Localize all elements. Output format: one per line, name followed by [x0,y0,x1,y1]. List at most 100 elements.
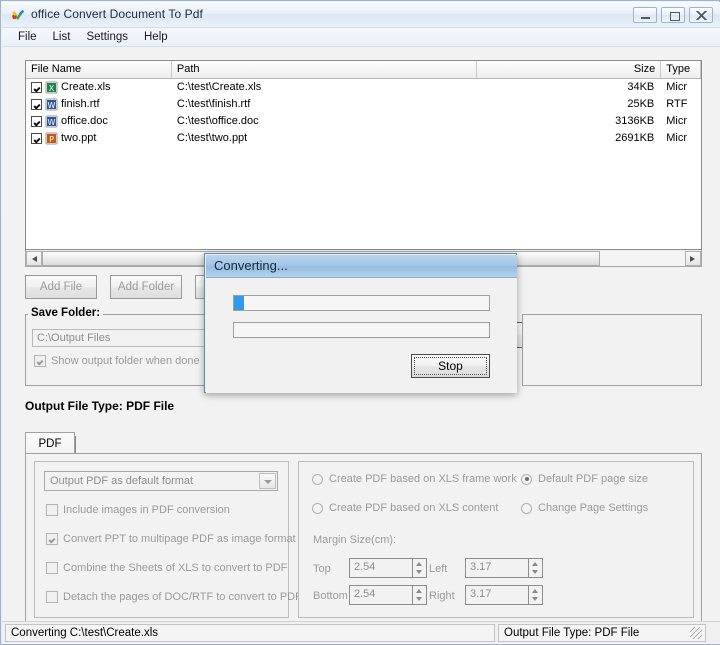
menu-list[interactable]: List [45,29,79,45]
minimize-button[interactable] [633,7,657,23]
margin-size-title: Margin Size(cm): [313,534,397,546]
show-output-folder-checkbox[interactable]: Show output folder when done [34,355,200,367]
word-file-icon: W [45,115,58,128]
add-folder-button[interactable]: Add Folder [110,275,183,299]
file-size: 34KB [627,81,655,93]
pdf-right-options-panel: Create PDF based on XLS frame work Creat… [298,461,694,618]
radio-button [521,473,532,485]
file-name: two.ppt [61,132,97,144]
table-row[interactable]: W office.doc C:\test\office.doc 3136KB M… [26,113,701,130]
margin-left-value: 3.17 [470,561,492,573]
radio-default-page-size-label: Default PDF page size [538,473,649,485]
file-path: C:\test\Create.xls [176,81,262,93]
output-format-dropdown[interactable]: Output PDF as default format [44,471,278,491]
application-window: office Convert Document To Pdf File List… [0,0,720,645]
title-bar: office Convert Document To Pdf [2,2,720,28]
show-output-folder-label: Show output folder when done [51,355,200,367]
options-group-right [522,314,702,386]
file-path: C:\test\office.doc [176,115,259,127]
column-header-path[interactable]: Path [171,61,477,78]
table-row[interactable]: P two.ppt C:\test\two.ppt 2691KB Micr [26,130,701,147]
status-text: Converting C:\test\Create.xls [5,623,495,642]
menu-bar: File List Settings Help [2,28,720,47]
tab-pdf[interactable]: PDF [25,432,75,454]
radio-xls-frame-work-label: Create PDF based on XLS frame work [329,473,517,485]
scroll-right-arrow-icon[interactable] [685,250,701,266]
file-path: C:\test\finish.rtf [176,98,251,110]
svg-text:W: W [48,101,56,110]
detach-doc-pages-checkbox[interactable]: Detach the pages of DOC/RTF to convert t… [46,591,302,603]
stepper-arrows-icon[interactable] [412,558,427,578]
column-header-type[interactable]: Type [661,61,701,78]
include-images-checkbox[interactable]: Include images in PDF conversion [46,504,230,516]
file-type: Micr [666,81,688,93]
pdf-left-options-panel: Output PDF as default format Include ima… [34,461,302,618]
radio-xls-content-label: Create PDF based on XLS content [329,502,499,514]
tab-strip-filler [75,436,91,454]
menu-settings[interactable]: Settings [78,29,136,45]
output-file-type-label: Output File Type: PDF File [25,399,175,413]
row-checkbox[interactable] [31,82,42,93]
svg-text:W: W [48,118,56,127]
radio-xls-content[interactable]: Create PDF based on XLS content [312,502,498,514]
window-title: office Convert Document To Pdf [31,7,203,21]
margin-right-stepper[interactable]: 3.17 [465,585,543,605]
stop-button[interactable]: Stop [411,354,490,378]
add-file-button[interactable]: Add File [25,275,97,299]
overall-progress-bar [233,295,490,311]
radio-change-page-settings-label: Change Page Settings [538,502,649,514]
radio-xls-frame-work[interactable]: Create PDF based on XLS frame work [312,473,517,485]
combine-xls-sheets-checkbox[interactable]: Combine the Sheets of XLS to convert to … [46,562,287,574]
margin-top-value: 2.54 [354,561,376,573]
checkbox-box [46,504,58,516]
file-path: C:\test\two.ppt [176,132,248,144]
status-output-type: Output File Type: PDF File [498,623,706,642]
margin-top-stepper[interactable]: 2.54 [349,558,427,578]
word-file-icon: W [45,98,58,111]
current-file-progress-bar [233,322,490,338]
menu-help[interactable]: Help [136,29,176,45]
checkbox-box [34,355,46,367]
status-bar: Converting C:\test\Create.xls Output Fil… [2,621,720,643]
convert-ppt-multipage-checkbox[interactable]: Convert PPT to multipage PDF as image fo… [46,533,296,545]
margin-right-value: 3.17 [470,588,492,600]
margin-left-stepper[interactable]: 3.17 [465,558,543,578]
maximize-button[interactable] [661,7,685,23]
row-checkbox[interactable] [31,116,42,127]
resize-grip-icon[interactable] [690,626,702,639]
status-output-type-text: Output File Type: PDF File [504,626,640,639]
checkbox-box [46,562,58,574]
table-row[interactable]: W finish.rtf C:\test\finish.rtf 25KB RTF [26,96,701,113]
table-row[interactable]: X Create.xls C:\test\Create.xls 34KB Mic… [26,79,701,96]
scroll-left-arrow-icon[interactable] [26,250,42,266]
column-header-size[interactable]: Size [476,61,662,78]
svg-text:X: X [49,84,55,93]
dialog-body: Stop [206,278,517,393]
margin-bottom-label: Bottom [313,590,348,602]
column-header-file-name[interactable]: File Name [26,61,172,78]
stepper-arrows-icon[interactable] [528,585,543,605]
include-images-label: Include images in PDF conversion [63,504,230,516]
margin-bottom-stepper[interactable]: 2.54 [349,585,427,605]
chevron-down-icon[interactable] [259,473,276,489]
radio-default-page-size[interactable]: Default PDF page size [521,473,648,485]
radio-change-page-settings[interactable]: Change Page Settings [521,502,648,514]
menu-file[interactable]: File [10,29,45,45]
radio-button [521,502,532,514]
file-name: office.doc [61,115,108,127]
file-size: 2691KB [615,132,655,144]
output-format-value: Output PDF as default format [50,475,194,487]
progress-fill [234,296,245,310]
stepper-arrows-icon[interactable] [412,585,427,605]
svg-text:P: P [49,135,54,144]
file-list-header: File Name Path Size Type [26,61,701,79]
powerpoint-file-icon: P [45,132,58,145]
row-checkbox[interactable] [31,133,42,144]
file-list[interactable]: File Name Path Size Type X Create.xls C:… [25,60,702,250]
close-button[interactable] [689,7,713,23]
margin-top-label: Top [313,563,331,575]
margin-right-label: Right [429,590,455,602]
row-checkbox[interactable] [31,99,42,110]
stepper-arrows-icon[interactable] [528,558,543,578]
tab-panel-pdf: Output PDF as default format Include ima… [25,453,702,627]
